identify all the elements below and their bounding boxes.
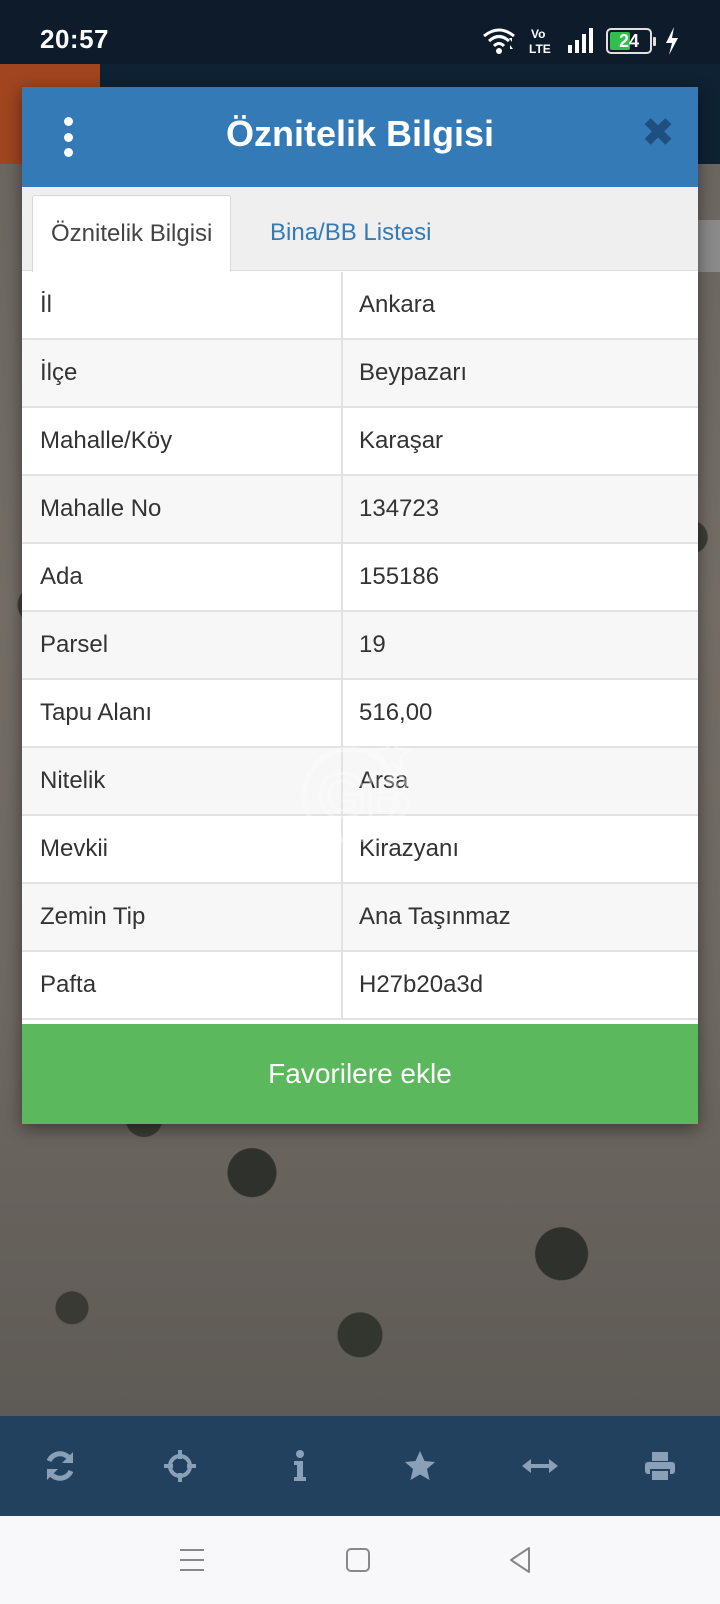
attribute-table: İl Ankara İlçe Beypazarı Mahalle/Köy Kar… <box>22 272 698 1020</box>
volte-icon: Vo LTE <box>529 27 551 56</box>
info-icon[interactable] <box>270 1436 330 1496</box>
signal-icon <box>568 28 593 53</box>
row-value: 19 <box>359 631 386 658</box>
table-row: Mahalle/Köy Karaşar <box>22 408 698 476</box>
dialog-tabs: Öznitelik Bilgisi Bina/BB Listesi <box>22 187 698 272</box>
battery-icon: 24 <box>606 28 656 54</box>
dialog-header: Öznitelik Bilgisi ✖ <box>22 87 698 187</box>
row-key: Nitelik <box>22 748 343 814</box>
row-value: Ana Taşınmaz <box>359 903 511 930</box>
attribute-dialog: Öznitelik Bilgisi ✖ Öznitelik Bilgisi Bi… <box>22 87 698 1124</box>
wifi-icon <box>483 28 515 54</box>
row-key: Tapu Alanı <box>22 680 343 746</box>
row-value: 134723 <box>359 495 440 522</box>
row-key: Mevkii <box>22 816 343 882</box>
svg-text:GB: GB <box>318 762 411 831</box>
row-key: İl <box>22 272 343 338</box>
star-icon[interactable] <box>390 1436 450 1496</box>
bottom-toolbar <box>0 1416 720 1516</box>
tab-attribute-info[interactable]: Öznitelik Bilgisi <box>32 195 232 272</box>
row-key: İlçe <box>22 340 343 406</box>
row-key: Mahalle No <box>22 476 343 542</box>
status-time: 20:57 <box>40 24 109 54</box>
system-nav-bar <box>0 1516 720 1604</box>
tab-building-list[interactable]: Bina/BB Listesi <box>252 195 449 272</box>
table-row: İl Ankara <box>22 272 698 340</box>
map-scroll-handle[interactable] <box>698 220 720 272</box>
row-key: Ada <box>22 544 343 610</box>
close-icon[interactable]: ✖ <box>638 111 678 155</box>
home-nav-icon[interactable] <box>336 1538 380 1582</box>
row-key: Zemin Tip <box>22 884 343 950</box>
print-icon[interactable] <box>630 1436 690 1496</box>
row-value: Ankara <box>359 291 436 318</box>
table-row: Mahalle No 134723 <box>22 476 698 544</box>
dialog-title: Öznitelik Bilgisi <box>225 113 495 154</box>
row-key: Pafta <box>22 952 343 1018</box>
row-value: 155186 <box>359 563 440 590</box>
svg-text:Vo: Vo <box>531 27 545 41</box>
crosshair-icon[interactable] <box>150 1436 210 1496</box>
battery-level: 24 <box>618 30 640 51</box>
menu-nav-icon[interactable] <box>170 1538 214 1582</box>
svg-text:LTE: LTE <box>529 42 551 56</box>
watermark-logo: GB <box>301 735 414 844</box>
row-value: Karaşar <box>359 427 444 454</box>
row-value: Beypazarı <box>359 359 468 386</box>
add-favorite-button[interactable]: Favorilere ekle <box>22 1024 698 1124</box>
row-value: H27b20a3d <box>359 971 484 998</box>
table-row: İlçe Beypazarı <box>22 340 698 408</box>
table-row: Zemin Tip Ana Taşınmaz <box>22 884 698 952</box>
row-key: Parsel <box>22 612 343 678</box>
measure-icon[interactable] <box>510 1436 570 1496</box>
table-row: Ada 155186 <box>22 544 698 612</box>
refresh-icon[interactable] <box>30 1436 90 1496</box>
back-nav-icon[interactable] <box>498 1538 542 1582</box>
table-row: Pafta H27b20a3d <box>22 952 698 1020</box>
row-key: Mahalle/Köy <box>22 408 343 474</box>
status-icons: Vo LTE 24 <box>482 24 680 58</box>
charging-icon <box>666 27 678 55</box>
table-row: Parsel 19 <box>22 612 698 680</box>
